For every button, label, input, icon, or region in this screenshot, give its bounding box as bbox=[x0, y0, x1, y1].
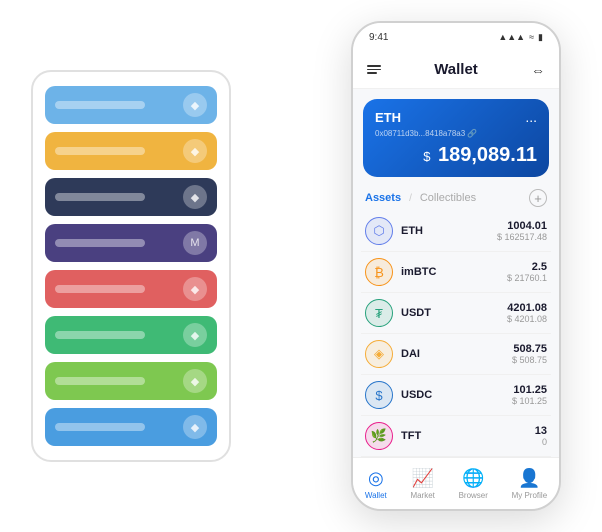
card-icon: ◆ bbox=[183, 323, 207, 347]
battery-icon: ▮ bbox=[538, 32, 543, 43]
nav-icon: 👤 bbox=[518, 468, 540, 489]
nav-label: My Profile bbox=[512, 491, 548, 500]
asset-amount-secondary: 0 bbox=[535, 437, 547, 447]
asset-amounts: 508.75$ 508.75 bbox=[512, 343, 547, 365]
phone-content: ETH ... 0x08711d3b...8418a78a3 🔗 $ 189,0… bbox=[353, 89, 559, 457]
asset-name: TFT bbox=[401, 430, 535, 442]
add-asset-button[interactable]: + bbox=[529, 189, 547, 207]
phone-mockup: 9:41 ▲▲▲ ≈ ▮ Wallet ⇔ ETH ... bbox=[351, 21, 561, 511]
asset-amounts: 130 bbox=[535, 425, 547, 447]
asset-amounts: 4201.08$ 4201.08 bbox=[507, 302, 547, 324]
status-time: 9:41 bbox=[369, 32, 388, 43]
asset-amount-secondary: $ 21760.1 bbox=[507, 273, 547, 283]
tab-collectibles[interactable]: Collectibles bbox=[420, 192, 476, 204]
eth-card-menu[interactable]: ... bbox=[525, 109, 537, 125]
asset-icon: $ bbox=[365, 381, 393, 409]
nav-item-browser[interactable]: 🌐 Browser bbox=[459, 468, 488, 500]
bottom-nav: ◎ Wallet 📈 Market 🌐 Browser 👤 My Profile bbox=[353, 457, 559, 509]
asset-amount-secondary: $ 101.25 bbox=[512, 396, 547, 406]
card-icon: M bbox=[183, 231, 207, 255]
page-title: Wallet bbox=[434, 61, 478, 78]
card-item[interactable]: ◆ bbox=[45, 178, 217, 216]
card-icon: ◆ bbox=[183, 93, 207, 117]
card-stack: ◆ ◆ ◆ M ◆ ◆ ◆ ◆ bbox=[31, 70, 231, 462]
phone-header: Wallet ⇔ bbox=[353, 51, 559, 89]
asset-amount-secondary: $ 508.75 bbox=[512, 355, 547, 365]
status-bar: 9:41 ▲▲▲ ≈ ▮ bbox=[353, 23, 559, 51]
eth-card[interactable]: ETH ... 0x08711d3b...8418a78a3 🔗 $ 189,0… bbox=[363, 99, 549, 177]
card-item[interactable]: M bbox=[45, 224, 217, 262]
asset-amount-primary: 2.5 bbox=[507, 261, 547, 273]
asset-amount-secondary: $ 162517.48 bbox=[497, 232, 547, 242]
asset-amounts: 2.5$ 21760.1 bbox=[507, 261, 547, 283]
asset-amount-primary: 13 bbox=[535, 425, 547, 437]
signal-icon: ▲▲▲ bbox=[498, 32, 525, 42]
asset-list: ⬡ ETH1004.01$ 162517.48 ₿ imBTC2.5$ 21760.1… bbox=[353, 211, 559, 457]
asset-name: USDC bbox=[401, 389, 512, 401]
assets-header: Assets / Collectibles + bbox=[353, 183, 559, 211]
asset-amount-primary: 1004.01 bbox=[497, 220, 547, 232]
wifi-icon: ≈ bbox=[529, 32, 534, 42]
asset-name: ETH bbox=[401, 225, 497, 237]
scene: ◆ ◆ ◆ M ◆ ◆ ◆ ◆ 9:41 ▲▲▲ ≈ ▮ Wallet ⇔ ETH bbox=[11, 11, 591, 521]
asset-row[interactable]: 🌿 TFT130 bbox=[361, 416, 551, 457]
nav-item-wallet[interactable]: ◎ Wallet bbox=[365, 468, 387, 500]
nav-item-market[interactable]: 📈 Market bbox=[410, 468, 434, 500]
asset-amount-primary: 101.25 bbox=[512, 384, 547, 396]
asset-icon: 🌿 bbox=[365, 422, 393, 450]
asset-amounts: 101.25$ 101.25 bbox=[512, 384, 547, 406]
asset-amounts: 1004.01$ 162517.48 bbox=[497, 220, 547, 242]
nav-label: Browser bbox=[459, 491, 488, 500]
asset-row[interactable]: ₮ USDT4201.08$ 4201.08 bbox=[361, 293, 551, 334]
card-item[interactable]: ◆ bbox=[45, 362, 217, 400]
asset-icon: ◈ bbox=[365, 340, 393, 368]
asset-row[interactable]: ◈ DAI508.75$ 508.75 bbox=[361, 334, 551, 375]
asset-amount-secondary: $ 4201.08 bbox=[507, 314, 547, 324]
nav-label: Wallet bbox=[365, 491, 387, 500]
asset-amount-primary: 4201.08 bbox=[507, 302, 547, 314]
eth-card-label: ETH bbox=[375, 110, 401, 125]
asset-row[interactable]: ⬡ ETH1004.01$ 162517.48 bbox=[361, 211, 551, 252]
card-item[interactable]: ◆ bbox=[45, 408, 217, 446]
eth-card-header: ETH ... bbox=[375, 109, 537, 125]
nav-icon: ◎ bbox=[368, 468, 384, 489]
asset-icon: ⬡ bbox=[365, 217, 393, 245]
expand-icon[interactable]: ⇔ bbox=[531, 62, 545, 78]
card-icon: ◆ bbox=[183, 415, 207, 439]
eth-balance: $ 189,089.11 bbox=[375, 144, 537, 167]
asset-row[interactable]: ₿ imBTC2.5$ 21760.1 bbox=[361, 252, 551, 293]
card-item[interactable]: ◆ bbox=[45, 132, 217, 170]
asset-row[interactable]: $ USDC101.25$ 101.25 bbox=[361, 375, 551, 416]
tab-assets[interactable]: Assets bbox=[365, 192, 401, 204]
status-icons: ▲▲▲ ≈ ▮ bbox=[498, 32, 543, 43]
card-item[interactable]: ◆ bbox=[45, 316, 217, 354]
asset-icon: ₮ bbox=[365, 299, 393, 327]
card-icon: ◆ bbox=[183, 369, 207, 393]
assets-tabs: Assets / Collectibles bbox=[365, 192, 476, 204]
nav-icon: 📈 bbox=[411, 468, 433, 489]
card-item[interactable]: ◆ bbox=[45, 270, 217, 308]
nav-item-my-profile[interactable]: 👤 My Profile bbox=[512, 468, 548, 500]
card-icon: ◆ bbox=[183, 277, 207, 301]
asset-amount-primary: 508.75 bbox=[512, 343, 547, 355]
card-item[interactable]: ◆ bbox=[45, 86, 217, 124]
eth-address: 0x08711d3b...8418a78a3 🔗 bbox=[375, 129, 537, 138]
asset-icon: ₿ bbox=[365, 258, 393, 286]
card-icon: ◆ bbox=[183, 139, 207, 163]
asset-name: USDT bbox=[401, 307, 507, 319]
menu-icon[interactable] bbox=[367, 65, 381, 74]
nav-label: Market bbox=[410, 491, 434, 500]
card-icon: ◆ bbox=[183, 185, 207, 209]
asset-name: DAI bbox=[401, 348, 512, 360]
nav-icon: 🌐 bbox=[462, 468, 484, 489]
asset-name: imBTC bbox=[401, 266, 507, 278]
